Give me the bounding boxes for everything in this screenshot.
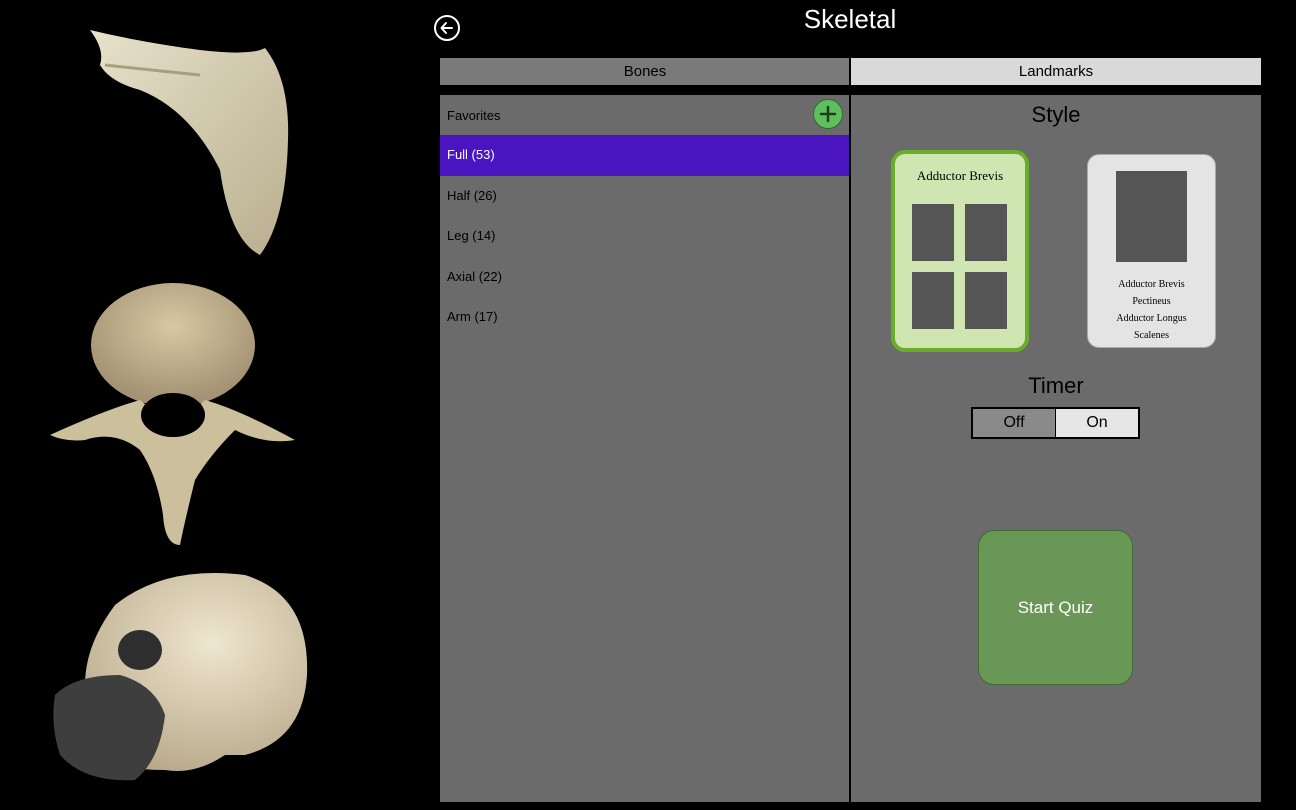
scapula-image	[90, 30, 289, 255]
bone-set-list: Favorites Full (53) Half (26) Leg (14) A…	[440, 95, 849, 802]
thumbnail	[912, 272, 954, 329]
list-item-axial[interactable]: Axial (22)	[440, 257, 849, 298]
name-line: Adductor Brevis	[1118, 279, 1185, 290]
timer-off-option[interactable]: Off	[973, 409, 1056, 437]
timer-toggle: Off On	[971, 407, 1140, 439]
start-quiz-button[interactable]: Start Quiz	[978, 530, 1133, 685]
list-item-arm[interactable]: Arm (17)	[440, 297, 849, 338]
timer-on-option[interactable]: On	[1056, 409, 1138, 437]
name-line: Pectineus	[1132, 296, 1171, 307]
thumbnail	[965, 272, 1007, 329]
thumbnail	[912, 204, 954, 261]
back-button[interactable]	[434, 15, 460, 41]
tab-landmarks[interactable]: Landmarks	[850, 58, 1261, 85]
favorites-row[interactable]: Favorites	[440, 95, 849, 135]
name-line: Adductor Longus	[1116, 313, 1187, 324]
vertebra-image	[50, 283, 295, 545]
thumbnail	[965, 204, 1007, 261]
add-favorite-button[interactable]	[813, 99, 843, 129]
style-option-images[interactable]: Adductor Brevis	[891, 150, 1029, 352]
favorites-label: Favorites	[447, 108, 501, 123]
back-arrow-icon	[440, 22, 453, 34]
list-item-full[interactable]: Full (53)	[440, 135, 849, 176]
thumbnail	[1116, 171, 1187, 262]
list-item-half[interactable]: Half (26)	[440, 176, 849, 217]
bone-images-column	[0, 0, 330, 810]
list-item-leg[interactable]: Leg (14)	[440, 216, 849, 257]
quiz-settings-panel: Style Adductor Brevis Adductor Brevis Pe…	[851, 95, 1261, 802]
tab-bones[interactable]: Bones	[440, 58, 850, 85]
skull-image	[53, 573, 308, 781]
style-card-a-label: Adductor Brevis	[916, 168, 1004, 183]
style-title: Style	[1031, 102, 1081, 127]
name-line: Scalenes	[1134, 330, 1169, 341]
timer-title: Timer	[1028, 373, 1084, 398]
style-option-names[interactable]: Adductor Brevis Pectineus Adductor Longu…	[1087, 154, 1216, 348]
style-card-b-names: Adductor Brevis Pectineus Adductor Longu…	[1088, 276, 1215, 344]
page-title: Skeletal	[803, 4, 897, 34]
plus-icon	[819, 105, 837, 123]
